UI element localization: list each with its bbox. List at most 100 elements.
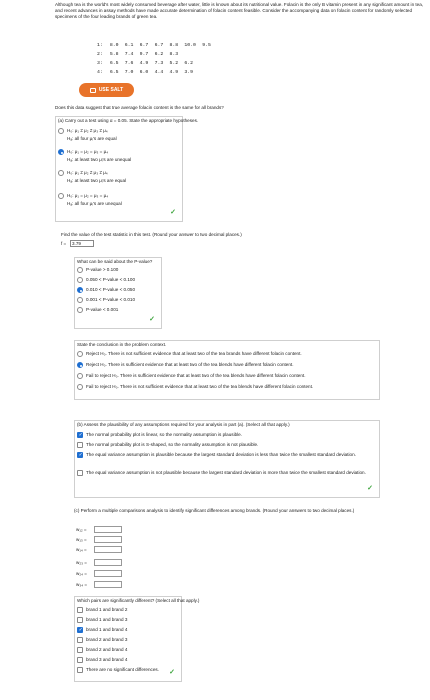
option-text: The equal variance assumption is not pla… — [86, 470, 366, 476]
w24-input[interactable] — [94, 570, 122, 577]
radio-button[interactable] — [77, 384, 83, 390]
use-salt-button[interactable]: USE SALT — [79, 83, 134, 97]
radio-button[interactable] — [77, 373, 83, 379]
radio-button[interactable] — [77, 307, 83, 313]
hypotheses-panel: (a) Carry out a test using α = 0.05. Sta… — [55, 116, 198, 222]
w34-input[interactable] — [94, 581, 122, 588]
w13-label: w₁₃ = — [76, 537, 87, 542]
radio-button[interactable] — [58, 128, 64, 134]
option-text: 0.050 < P-value < 0.100 — [86, 277, 136, 283]
checkbox-checked[interactable] — [77, 627, 83, 633]
assumption-option-1[interactable]: The normal probability plot is linear, s… — [77, 432, 242, 438]
conclusion-option-3[interactable]: Fail to reject H₀. There is sufficient e… — [77, 373, 305, 379]
data-row-brand-3: 3: 6.5 7.6 4.9 7.3 5.2 6.2 — [97, 59, 214, 68]
pvalue-option-2[interactable]: 0.050 < P-value < 0.100 — [77, 277, 135, 283]
data-cell: 9.5 — [202, 43, 211, 48]
assumption-option-3[interactable]: The equal variance assumption is plausib… — [77, 452, 367, 458]
w12-label: w₁₂ = — [76, 527, 87, 532]
pair-option-1-2[interactable]: brand 1 and brand 2 — [77, 607, 127, 613]
assumption-option-2[interactable]: The normal probability plot is S-shaped,… — [77, 442, 258, 448]
salt-icon — [89, 87, 96, 93]
hypothesis-option-2[interactable]: H₀: μ₁ = μ₂ = μ₃ = μ₄ — [58, 149, 108, 155]
checkbox[interactable] — [77, 470, 83, 476]
pvalue-option-4[interactable]: 0.001 < P-value < 0.010 — [77, 297, 135, 303]
part-b-prompt: (b) Assess the plausibility of any assum… — [77, 422, 290, 427]
conclusion-option-1[interactable]: Reject H₀. There is not sufficient evide… — [77, 351, 302, 357]
checkbox[interactable] — [77, 607, 83, 613]
w23-input[interactable] — [94, 559, 122, 566]
conclusion-option-4[interactable]: Fail to reject H₀. There is not sufficie… — [77, 384, 313, 390]
row-label: 4: — [97, 70, 103, 75]
pvalue-option-1[interactable]: P-value > 0.100 — [77, 267, 118, 273]
data-cell: 5.2 — [169, 61, 179, 66]
checkbox[interactable] — [77, 617, 83, 623]
pair-option-2-4[interactable]: brand 2 and brand 4 — [77, 647, 127, 653]
option-text: 0.010 < P-value < 0.050 — [86, 287, 136, 293]
checkbox[interactable] — [77, 637, 83, 643]
h0-text: H₀: μ₁ = μ₂ = μ₃ = μ₄ — [67, 193, 109, 199]
data-cell: 6.7 — [139, 43, 149, 48]
stat-prompt: Find the value of the test statistic in … — [61, 232, 242, 237]
option-text: brand 3 and brand 4 — [86, 657, 128, 663]
radio-button-selected[interactable] — [58, 149, 64, 155]
radio-button[interactable] — [77, 297, 83, 303]
checkbox-checked[interactable] — [77, 432, 83, 438]
test-statistic-input[interactable]: 3.79 — [70, 240, 94, 247]
data-cell: 6.5 — [109, 70, 119, 75]
w23-label: w₂₃ = — [76, 560, 87, 565]
data-cell: 10.0 — [184, 43, 196, 48]
part-b-panel: (b) Assess the plausibility of any assum… — [74, 420, 380, 498]
w14-label: w₁₄ = — [76, 547, 87, 552]
data-cell: 7.0 — [124, 70, 134, 75]
w13-input[interactable] — [94, 536, 122, 543]
pair-option-none[interactable]: There are no significant differences. — [77, 667, 159, 673]
pair-option-3-4[interactable]: brand 3 and brand 4 — [77, 657, 127, 663]
w12-input[interactable] — [94, 526, 122, 533]
option-text: The normal probability plot is linear, s… — [86, 432, 243, 438]
radio-button-selected[interactable] — [77, 362, 83, 368]
checkbox[interactable] — [77, 657, 83, 663]
data-cell: 3.9 — [184, 70, 193, 75]
radio-button[interactable] — [58, 193, 64, 199]
pvalue-panel: What can be said about the P-value? P-va… — [74, 257, 162, 329]
hypothesis-option-3[interactable]: H₀: μ₁ ≠ μ₂ ≠ μ₃ ≠ μ₄ — [58, 170, 108, 176]
data-cell: 8.3 — [169, 52, 179, 57]
pair-option-1-3[interactable]: brand 1 and brand 3 — [77, 617, 127, 623]
pvalue-option-3[interactable]: 0.010 < P-value < 0.050 — [77, 287, 135, 293]
w34-label: w₃₄ = — [76, 582, 88, 587]
checkbox[interactable] — [77, 667, 83, 673]
correct-check-icon: ✓ — [367, 484, 373, 492]
option-text: Fail to reject H₀. There is not sufficie… — [86, 384, 314, 390]
ha-text: Hₐ: all four μᵢ's are unequal — [67, 201, 122, 206]
option-text: brand 1 and brand 3 — [86, 617, 128, 623]
row-label: 2: — [97, 52, 103, 57]
assumption-option-4[interactable]: The equal variance assumption is not pla… — [77, 470, 367, 476]
data-cell: 5.8 — [109, 52, 119, 57]
pair-option-2-3[interactable]: brand 2 and brand 3 — [77, 637, 127, 643]
hypothesis-option-4[interactable]: H₀: μ₁ = μ₂ = μ₃ = μ₄ — [58, 193, 108, 199]
w14-input[interactable] — [94, 546, 122, 553]
problem-intro: Although tea is the world's most widely … — [55, 2, 424, 20]
option-text: P-value > 0.100 — [86, 267, 119, 273]
radio-button[interactable] — [77, 267, 83, 273]
conclusion-option-2[interactable]: Reject H₀. There is sufficient evidence … — [77, 362, 293, 368]
stat-label: f = — [61, 241, 67, 246]
pvalue-option-5[interactable]: P-value < 0.001 — [77, 307, 118, 313]
data-cell: 6.1 — [124, 43, 134, 48]
checkbox-checked[interactable] — [77, 452, 83, 458]
part-a-prompt: (a) Carry out a test using α = 0.05. Sta… — [58, 118, 199, 123]
row-label: 3: — [97, 61, 103, 66]
checkbox[interactable] — [77, 442, 83, 448]
radio-button[interactable] — [77, 351, 83, 357]
data-cell: 7.4 — [124, 52, 134, 57]
ha-text: Hₐ: all four μᵢ's are equal — [67, 136, 117, 141]
hypothesis-option-1[interactable]: H₀: μ₁ ≠ μ₂ ≠ μ₃ ≠ μ₄ — [58, 128, 108, 134]
pair-option-1-4[interactable]: brand 1 and brand 4 — [77, 627, 127, 633]
radio-button[interactable] — [58, 170, 64, 176]
option-text: brand 2 and brand 4 — [86, 647, 128, 653]
radio-button[interactable] — [77, 277, 83, 283]
data-row-brand-2: 2: 5.8 7.4 9.7 6.2 8.3 — [97, 50, 214, 59]
checkbox[interactable] — [77, 647, 83, 653]
radio-button-selected[interactable] — [77, 287, 83, 293]
conclusion-panel: State the conclusion in the problem cont… — [74, 340, 380, 400]
